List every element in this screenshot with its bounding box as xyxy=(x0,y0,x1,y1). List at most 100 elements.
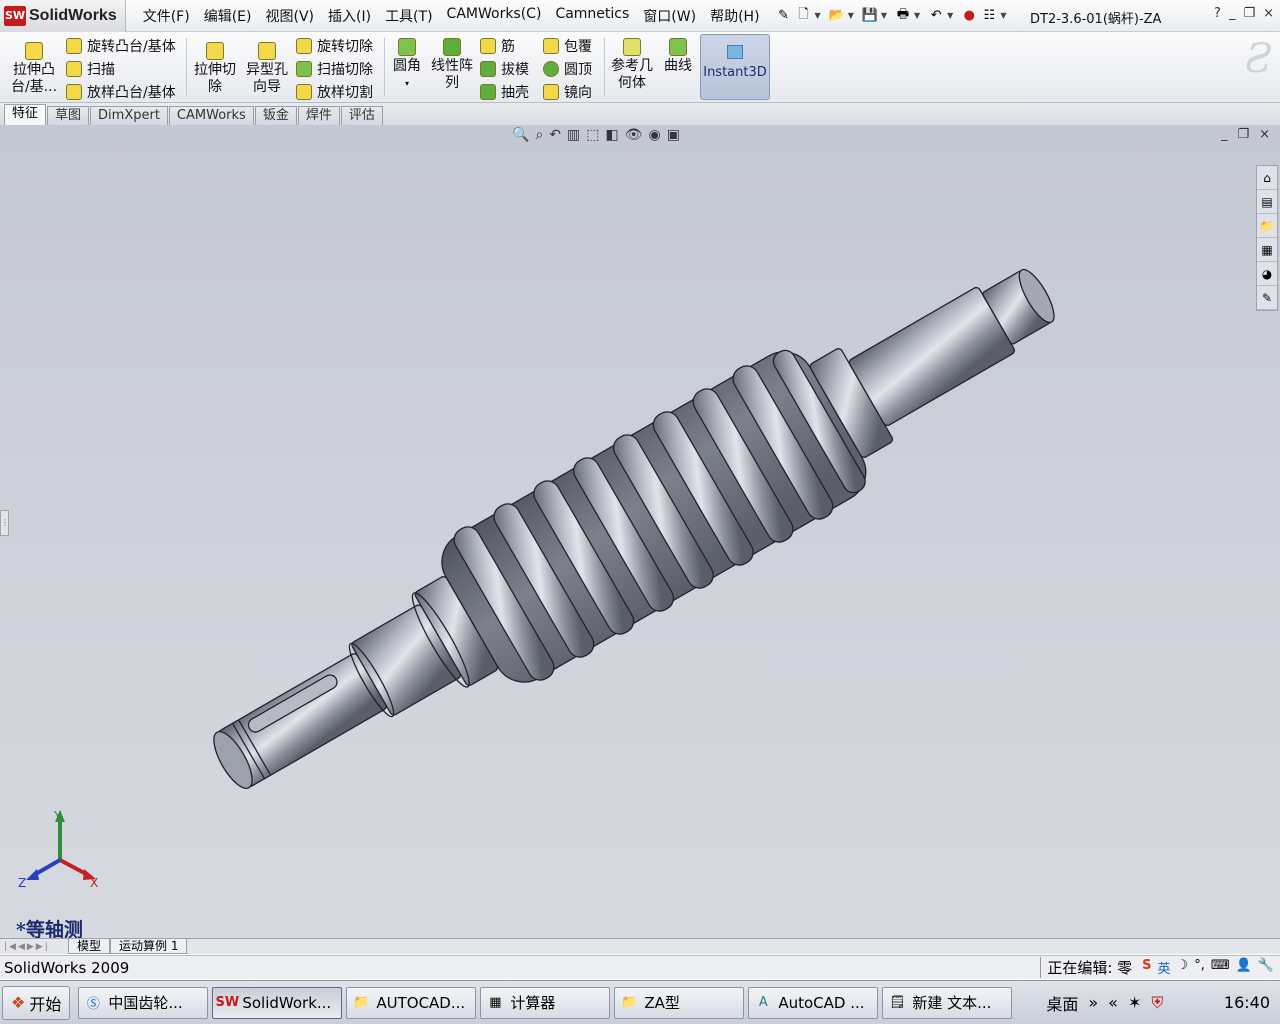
punctuation-icon[interactable]: °, xyxy=(1194,958,1205,977)
ime-language[interactable]: 英 xyxy=(1158,958,1171,977)
menu-view[interactable]: 视图(V) xyxy=(258,6,321,26)
dome-button[interactable]: 圆顶 xyxy=(543,59,592,79)
taskbar-item-za-folder[interactable]: 📁 ZA型 xyxy=(614,986,745,1019)
taskbar-item-browser[interactable]: Ⓢ 中国齿轮... xyxy=(78,986,209,1019)
menu-help[interactable]: 帮助(H) xyxy=(703,6,766,26)
sogou-icon[interactable]: S xyxy=(1142,958,1151,977)
worm-gear-shaft-model[interactable]: Y X Z xyxy=(0,125,1280,938)
taskbar-item-autocad-folder[interactable]: 📁 AUTOCAD... xyxy=(346,986,477,1019)
menu-camnetics[interactable]: Camnetics xyxy=(548,6,636,26)
taskbar-item-label: 新建 文本... xyxy=(912,994,992,1012)
tab-scroll-arrows[interactable]: |◀◀▶▶| xyxy=(0,942,68,952)
taskbar-item-solidworks[interactable]: SW SolidWork... xyxy=(212,986,343,1019)
solidworks-logo[interactable]: SW SolidWorks xyxy=(0,0,126,32)
tab-model[interactable]: 模型 xyxy=(68,939,111,954)
mirror-button[interactable]: 镜向 xyxy=(543,82,592,102)
tab-sketch[interactable]: 草图 xyxy=(47,106,90,125)
tab-evaluate[interactable]: 评估 xyxy=(340,106,383,125)
undo-dropdown-icon[interactable]: ▼ xyxy=(947,11,953,20)
start-button[interactable]: ❖ 开始 xyxy=(2,985,71,1020)
fillet-button[interactable]: 圆角 ▾ xyxy=(390,38,424,92)
show-hidden-icons-icon[interactable]: « xyxy=(1108,993,1118,1012)
view-palette-icon[interactable]: ▦ xyxy=(1257,238,1277,262)
linear-pattern-button[interactable]: 线性阵列 xyxy=(430,38,474,92)
save-dropdown-icon[interactable]: ▼ xyxy=(881,11,887,20)
design-library-icon[interactable]: ▤ xyxy=(1257,190,1277,214)
tab-camworks[interactable]: CAMWorks xyxy=(168,106,254,125)
revolve-boss-button[interactable]: 旋转凸台/基体 xyxy=(66,36,176,56)
menu-file[interactable]: 文件(F) xyxy=(136,6,197,26)
menu-tools[interactable]: 工具(T) xyxy=(378,6,439,26)
file-explorer-icon[interactable]: 📁 xyxy=(1257,214,1277,238)
solidworks-icon: SW xyxy=(215,995,240,1010)
folder-icon: 📁 xyxy=(353,995,370,1010)
tab-motion-study-1[interactable]: 运动算例 1 xyxy=(110,939,188,954)
rib-button[interactable]: 筋 xyxy=(480,36,515,56)
draft-button[interactable]: 拔模 xyxy=(480,59,529,79)
sweep-button[interactable]: 扫描 xyxy=(66,59,115,79)
options-icon[interactable]: ☷ xyxy=(980,7,998,25)
desktop-label[interactable]: 桌面 xyxy=(1046,991,1078,1015)
open-dropdown-icon[interactable]: ▼ xyxy=(848,11,854,20)
print-dropdown-icon[interactable]: ▼ xyxy=(914,11,920,20)
help-button[interactable]: ? xyxy=(1214,6,1221,21)
loft-boss-button[interactable]: 放样凸台/基体 xyxy=(66,82,176,102)
new-document-icon[interactable]: 🗋 xyxy=(795,7,813,25)
taskbar-item-autocad[interactable]: A AutoCAD ... xyxy=(748,986,879,1019)
extrude-cut-button[interactable]: 拉伸切除 xyxy=(192,42,238,96)
reference-geometry-label: 参考几何体 xyxy=(611,58,653,91)
triad-x-label: X xyxy=(90,876,98,890)
network-icon[interactable]: ✶ xyxy=(1128,993,1141,1012)
print-icon[interactable]: 🖶 xyxy=(894,7,912,25)
minimize-button[interactable]: _ xyxy=(1229,6,1236,21)
curves-button[interactable]: 曲线 xyxy=(660,38,696,75)
fillet-dropdown-icon[interactable]: ▾ xyxy=(390,75,424,92)
close-button[interactable]: × xyxy=(1263,6,1274,21)
tab-features[interactable]: 特征 xyxy=(4,104,47,125)
instant3d-button[interactable]: Instant3D xyxy=(700,34,770,100)
taskbar-item-notepad[interactable]: 🗒 新建 文本... xyxy=(882,986,1013,1019)
new-dropdown-icon[interactable]: ▼ xyxy=(815,11,821,20)
restore-button[interactable]: ❐ xyxy=(1243,6,1255,21)
chevron-right-icon[interactable]: » xyxy=(1088,993,1098,1012)
tab-weldments[interactable]: 焊件 xyxy=(297,106,340,125)
save-icon[interactable]: 💾 xyxy=(861,7,879,25)
user-icon[interactable]: 👤 xyxy=(1236,958,1252,977)
status-app-version: SolidWorks 2009 xyxy=(4,958,130,977)
appearances-icon[interactable]: ◕ xyxy=(1257,262,1277,286)
tab-sheet-metal[interactable]: 钣金 xyxy=(254,106,297,125)
custom-properties-icon[interactable]: ✎ xyxy=(1257,286,1277,310)
hole-wizard-button[interactable]: 异型孔向导 xyxy=(244,42,290,96)
revolve-boss-label: 旋转凸台/基体 xyxy=(87,39,176,55)
sw-logo-icon: SW xyxy=(4,5,26,26)
rebuild-traffic-light-icon[interactable]: ● xyxy=(960,7,978,25)
pin-icon[interactable]: ✎ xyxy=(775,7,793,25)
sweep-cut-icon xyxy=(296,61,312,77)
loft-cut-button[interactable]: 放样切割 xyxy=(296,82,373,102)
sweep-cut-button[interactable]: 扫描切除 xyxy=(296,59,373,79)
solidworks-resources-icon[interactable]: ⌂ xyxy=(1257,166,1277,190)
menu-edit[interactable]: 编辑(E) xyxy=(197,6,259,26)
tab-dimxpert[interactable]: DimXpert xyxy=(90,106,168,125)
open-folder-icon[interactable]: 📂 xyxy=(828,7,846,25)
taskbar-item-calculator[interactable]: ▦ 计算器 xyxy=(480,986,611,1019)
tools-icon[interactable]: 🔧 xyxy=(1258,958,1274,977)
options-dropdown-icon[interactable]: ▼ xyxy=(1000,11,1006,20)
menu-insert[interactable]: 插入(I) xyxy=(321,6,378,26)
extrude-boss-button[interactable]: 拉伸凸台/基... xyxy=(8,42,60,96)
shell-button[interactable]: 抽壳 xyxy=(480,82,529,102)
graphics-viewport[interactable]: 🔍 ⌕ ↶ ▥ ⬚ ◧ 👁 ◉ ▣ _ ❐ × Y X Z ⌂ ▤ 📁 ▦ ◕ … xyxy=(0,125,1280,938)
wrap-button[interactable]: 包覆 xyxy=(543,36,592,56)
half-width-icon[interactable]: ☽ xyxy=(1177,958,1189,977)
taskbar-item-label: 计算器 xyxy=(510,994,556,1012)
revolve-cut-button[interactable]: 旋转切除 xyxy=(296,36,373,56)
keyboard-icon[interactable]: ⌨ xyxy=(1211,958,1230,977)
system-clock[interactable]: 16:40 xyxy=(1224,993,1270,1012)
security-shield-icon[interactable]: ⛨ xyxy=(1151,993,1163,1013)
undo-icon[interactable]: ↶ xyxy=(927,7,945,25)
menu-camworks[interactable]: CAMWorks(C) xyxy=(440,6,549,26)
feature-manager-toggle-handle[interactable]: ⋮ xyxy=(0,510,9,536)
reference-geometry-button[interactable]: 参考几何体 xyxy=(610,38,654,92)
title-menu-bar: SW SolidWorks 文件(F) 编辑(E) 视图(V) 插入(I) 工具… xyxy=(0,0,1280,32)
menu-window[interactable]: 窗口(W) xyxy=(636,6,703,26)
